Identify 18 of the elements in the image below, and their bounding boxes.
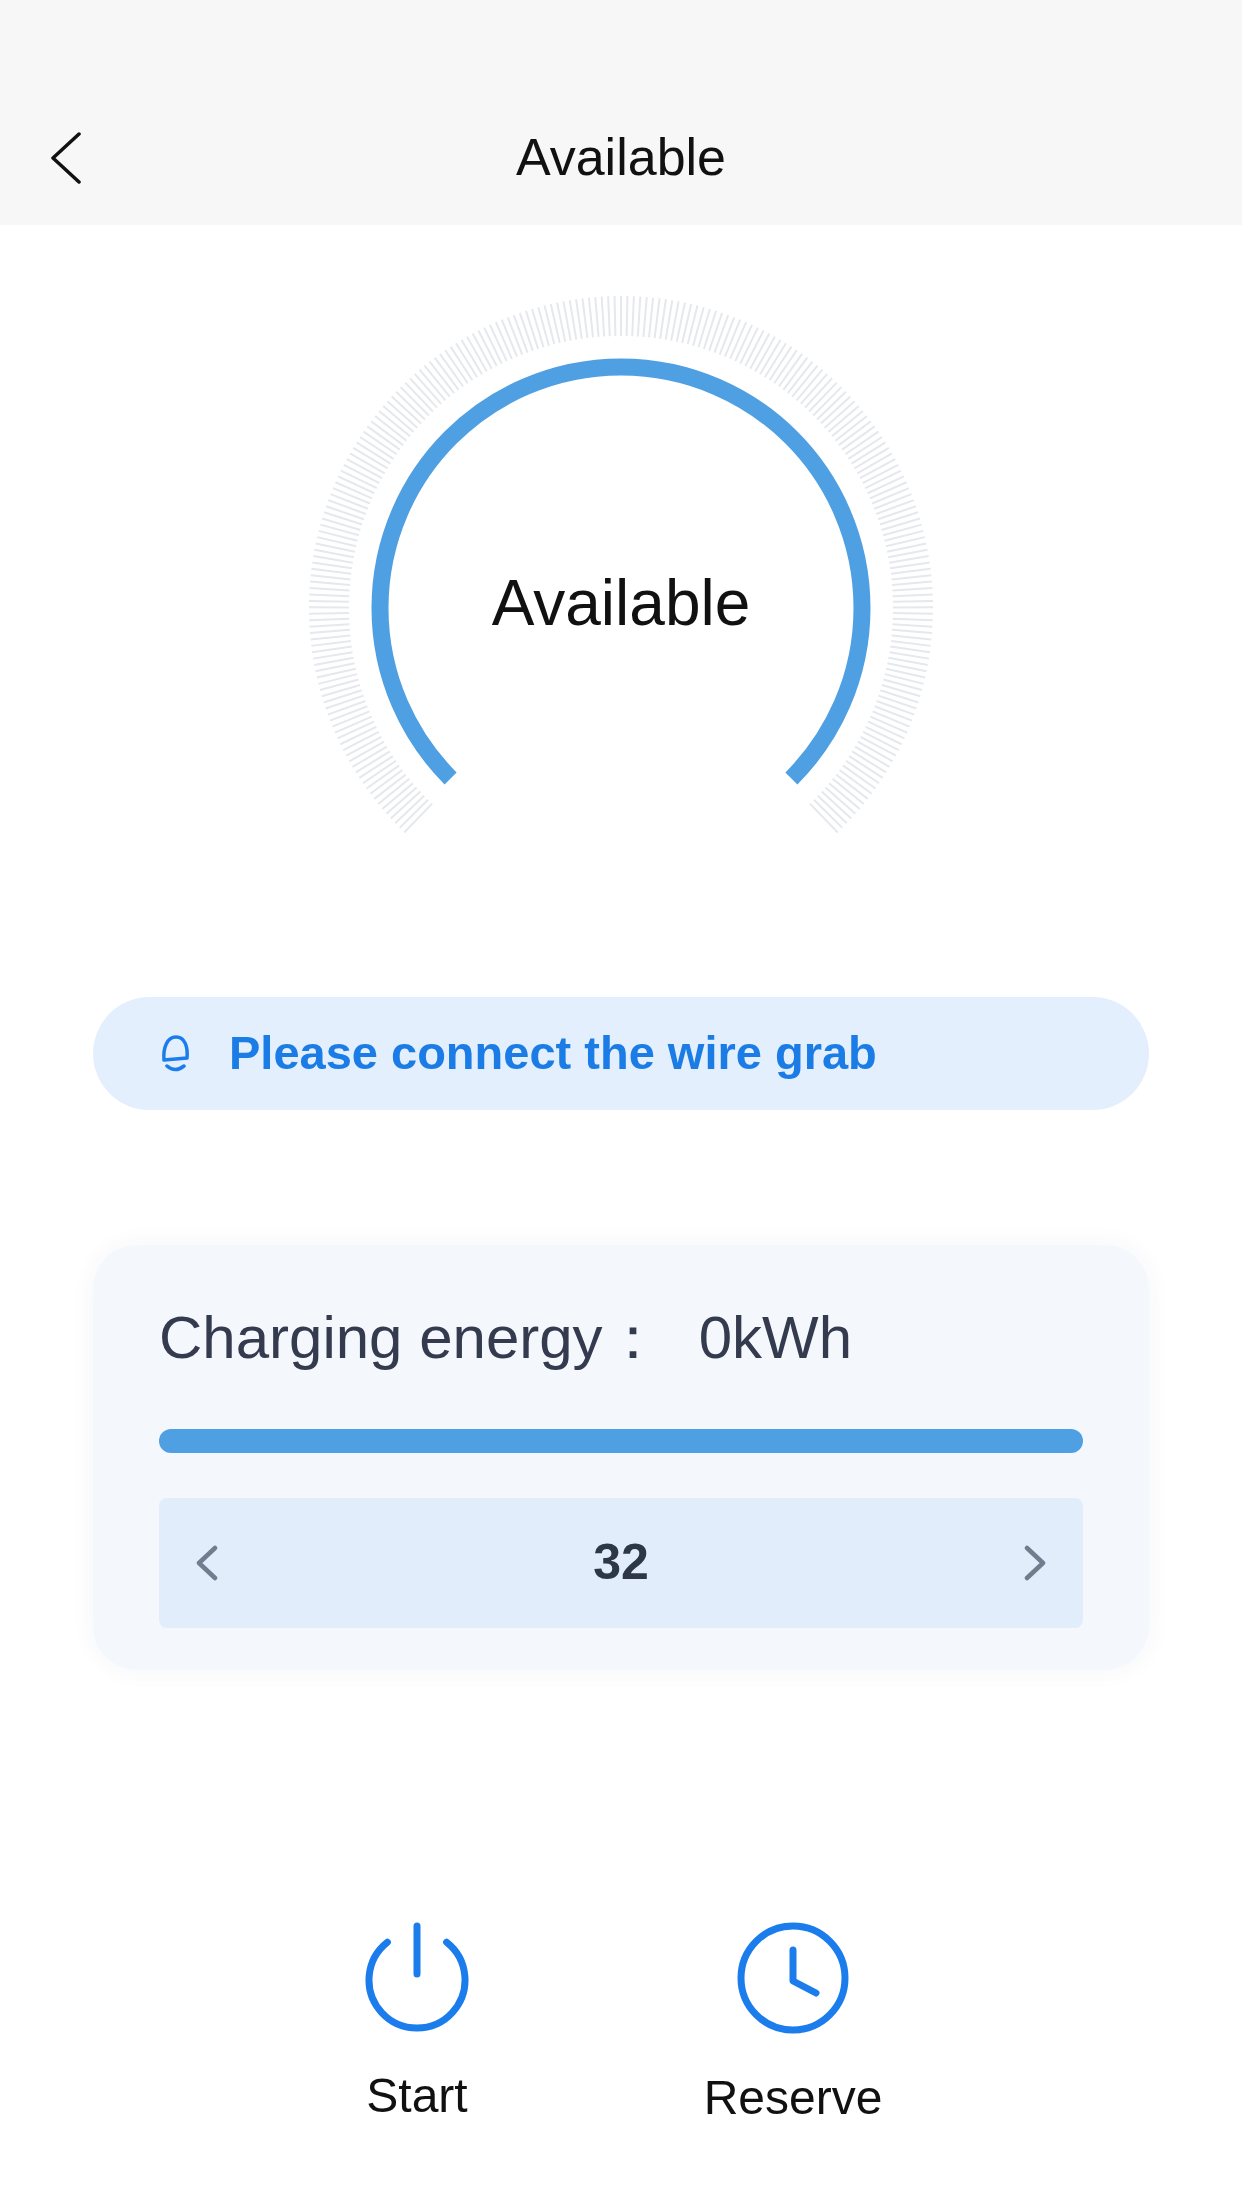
clock-icon: [737, 1922, 849, 2034]
back-button[interactable]: [50, 132, 82, 184]
current-stepper[interactable]: 32: [159, 1498, 1083, 1628]
page-title: Available: [515, 128, 727, 188]
gauge-status-text: Available: [491, 568, 751, 639]
notice-text: Please connect the wire grab: [229, 1026, 877, 1081]
power-icon: [364, 1922, 470, 2032]
start-button[interactable]: Start: [317, 1922, 517, 2126]
chevron-left-icon: [50, 132, 82, 184]
decrease-button[interactable]: [195, 1545, 219, 1581]
chevron-right-icon: [1023, 1545, 1047, 1581]
stepper-value: 32: [593, 1534, 649, 1592]
bell-icon: [159, 1033, 191, 1074]
reserve-button[interactable]: Reserve: [693, 1922, 893, 2126]
energy-value: 0kWh: [698, 1303, 852, 1372]
chevron-left-icon: [195, 1545, 219, 1581]
increase-button[interactable]: [1023, 1545, 1047, 1581]
energy-label: Charging energy：: [159, 1303, 663, 1372]
